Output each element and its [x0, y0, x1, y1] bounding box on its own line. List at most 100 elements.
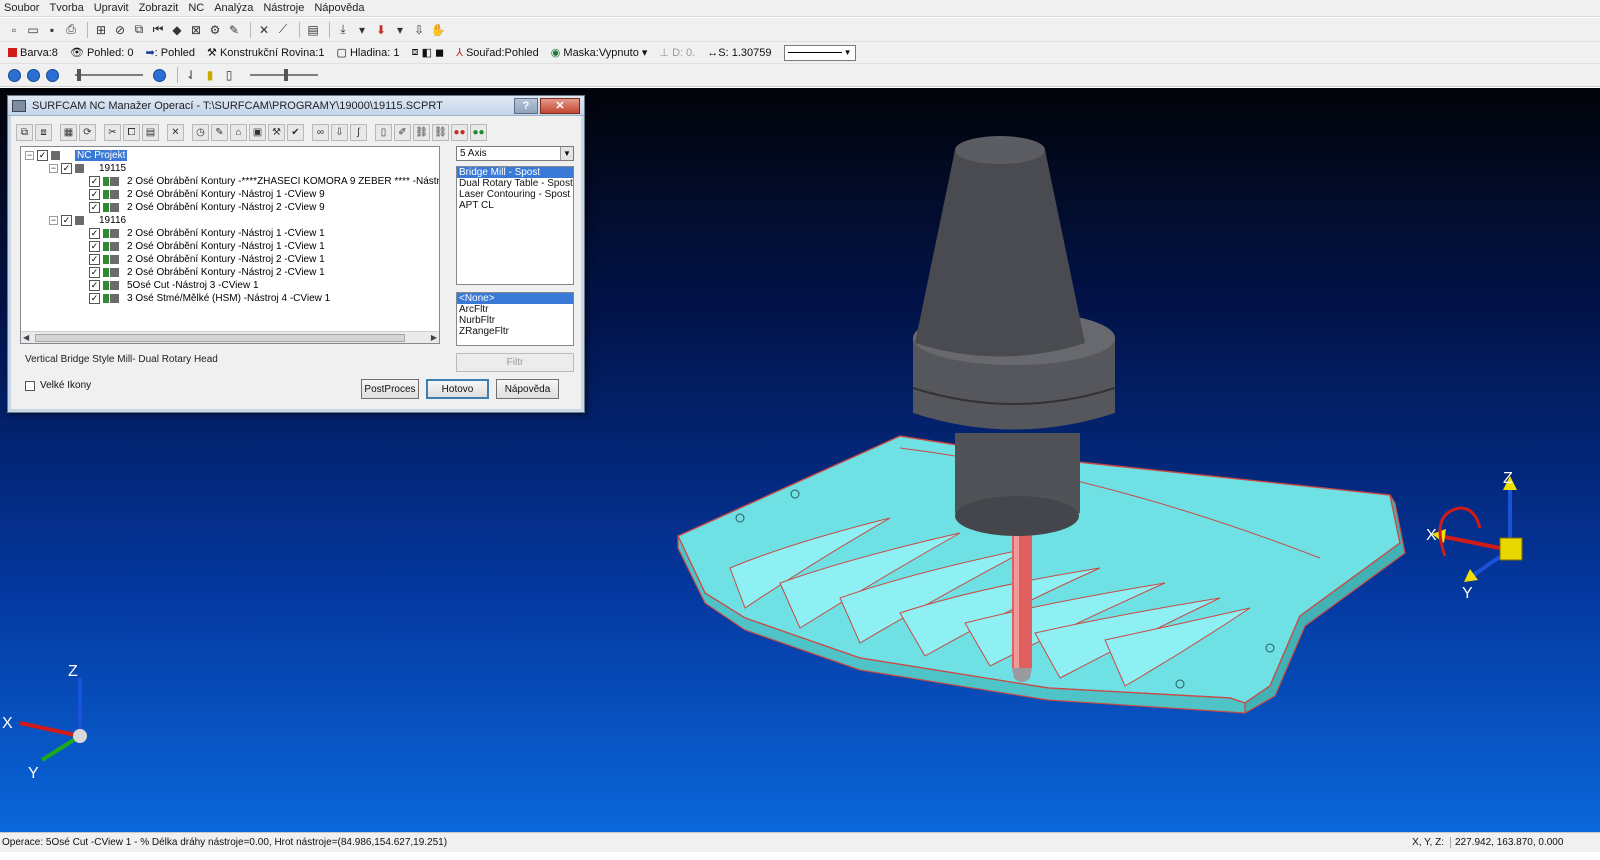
tree-checkbox[interactable]: ✓ — [89, 189, 100, 200]
tree-checkbox[interactable]: ✓ — [89, 176, 100, 187]
menu-soubor[interactable]: Soubor — [4, 2, 39, 14]
down-icon[interactable]: ⇩ — [331, 123, 348, 141]
dialog-titlebar[interactable]: SURFCAM NC Manažer Operací - T:\SURFCAM\… — [8, 96, 584, 116]
stop-icon[interactable] — [27, 68, 40, 82]
slider-thumb[interactable] — [77, 69, 81, 81]
scroll-left-icon[interactable]: ◀ — [23, 333, 29, 342]
tree-checkbox[interactable]: ✓ — [89, 280, 100, 291]
tree-checkbox[interactable]: ✓ — [89, 228, 100, 239]
tree-checkbox[interactable]: ✓ — [61, 163, 72, 174]
step-icon[interactable] — [153, 68, 166, 82]
tree-operation-row[interactable]: ✓ 2 Osé Obrábění Kontury -Nástroj 2 -CVi… — [89, 266, 325, 279]
open-file-icon[interactable]: ▭ — [25, 22, 41, 38]
filter-list-item[interactable]: NurbFltr — [457, 315, 573, 326]
red-dots-icon[interactable]: ●● — [451, 123, 468, 141]
link-icon[interactable]: ⛓ — [413, 123, 430, 141]
filter-button[interactable]: Filtr — [456, 353, 574, 372]
line-style-select[interactable]: ▼ — [783, 44, 856, 61]
coord-setting[interactable]: ⅄ Souřad:Pohled — [456, 46, 539, 60]
hand-icon[interactable]: ✋ — [430, 22, 446, 38]
cube-wire-icon[interactable]: ⧈ — [412, 46, 419, 59]
play-back-icon[interactable] — [8, 68, 21, 82]
color-setting[interactable]: Barva:8 — [8, 47, 58, 59]
play-forward-icon[interactable] — [46, 68, 59, 82]
stack-icon[interactable]: ▤ — [142, 123, 159, 141]
tree-operation-row[interactable]: ✓ 5Osé Cut -Nástroj 3 -CView 1 — [89, 279, 259, 292]
delete-icon[interactable]: ✕ — [256, 22, 272, 38]
large-icons-checkbox[interactable] — [25, 380, 35, 391]
tool-active-icon[interactable]: ⬇ — [373, 22, 389, 38]
nc-grid-icon[interactable]: ⊠ — [188, 22, 204, 38]
tree-group-row[interactable]: − ✓ 19116 — [49, 214, 126, 227]
horizontal-scrollbar[interactable]: ◀ ▶ — [21, 331, 439, 343]
close-button[interactable]: ✕ — [540, 97, 580, 114]
menu-nastroje[interactable]: Nástroje — [263, 2, 304, 14]
tree-operation-row[interactable]: ✓ 2 Osé Obrábění Kontury -Nástroj 1 -CVi… — [89, 188, 325, 201]
menu-upravit[interactable]: Upravit — [94, 2, 129, 14]
table-icon[interactable]: ▣ — [249, 123, 266, 141]
print-icon[interactable]: ⎙ — [63, 22, 79, 38]
scroll-right-icon[interactable]: ▶ — [431, 333, 437, 342]
chevron-down-icon[interactable]: ▼ — [560, 147, 573, 160]
filter-list-item[interactable]: ZRangeFltr — [457, 326, 573, 337]
tree-operation-row[interactable]: ✓ 2 Osé Obrábění Kontury -Nástroj 2 -CVi… — [89, 201, 325, 214]
post-list-item[interactable]: APT CL — [457, 200, 573, 211]
nc-brush-icon[interactable]: ✎ — [226, 22, 242, 38]
nc-diamond-icon[interactable]: ◆ — [169, 22, 185, 38]
tree-group-row[interactable]: − ✓ 19115 — [49, 162, 126, 175]
collapse-toggle[interactable]: − — [49, 164, 58, 173]
tree-operation-row[interactable]: ✓ 2 Osé Obrábění Kontury -Nástroj 1 -CVi… — [89, 227, 325, 240]
nc-skip-icon[interactable]: ⏮ — [150, 22, 166, 38]
operation-label[interactable]: 2 Osé Obrábění Kontury -Nástroj 2 -CView… — [127, 254, 325, 265]
group-icon[interactable]: ▦ — [60, 123, 77, 141]
help-button[interactable]: ? — [514, 97, 538, 114]
help-dialog-button[interactable]: Nápověda — [496, 379, 559, 399]
axis-select[interactable]: 5 Axis ▼ — [456, 146, 574, 161]
new-file-icon[interactable]: ▫ — [6, 22, 22, 38]
glasses-icon[interactable]: ∞ — [312, 123, 329, 141]
nc-path-icon[interactable]: ⊘ — [112, 22, 128, 38]
tree-checkbox[interactable]: ✓ — [89, 267, 100, 278]
menu-zobrazit[interactable]: Zobrazit — [139, 2, 179, 14]
nc-tool-icon[interactable]: ⊞ — [93, 22, 109, 38]
cube-view-buttons[interactable]: ⧈ ◧ ◼ — [412, 46, 445, 59]
done-button[interactable]: Hotovo — [426, 379, 489, 399]
tree-operation-row[interactable]: ✓ 2 Osé Obrábění Kontury -****ZHASECI KO… — [89, 175, 439, 188]
large-icons-option[interactable]: Velké Ikony — [25, 380, 91, 391]
dropdown-icon[interactable]: ▾ — [354, 22, 370, 38]
operation-label[interactable]: 2 Osé Obrábění Kontury -****ZHASECI KOMO… — [127, 176, 439, 187]
copy-op-icon[interactable]: ⧉ — [16, 123, 33, 141]
cube-solid-icon[interactable]: ◧ — [422, 46, 432, 59]
tool-display-icon[interactable]: ⇃ — [183, 67, 199, 83]
tree-group-label[interactable]: 19115 — [99, 163, 126, 174]
operation-label[interactable]: 2 Osé Obrábění Kontury -Nástroj 2 -CView… — [127, 267, 325, 278]
zoom-slider[interactable] — [250, 69, 318, 81]
tool-down-icon[interactable]: ⤓ — [335, 22, 351, 38]
edit-icon[interactable]: ✎ — [211, 123, 228, 141]
cylinder-icon[interactable]: ▯ — [221, 67, 237, 83]
clock-icon[interactable]: ◷ — [192, 123, 209, 141]
delete-icon[interactable]: ✕ — [167, 123, 184, 141]
collapse-toggle[interactable]: − — [25, 151, 34, 160]
save-icon[interactable]: ▪ — [44, 22, 60, 38]
tree-checkbox[interactable]: ✓ — [37, 150, 48, 161]
chevron-down-icon[interactable]: ▾ — [642, 46, 648, 59]
cube-shaded-icon[interactable]: ◼ — [435, 46, 444, 59]
mask-setting[interactable]: ◉ Maska:Vypnuto ▾ — [551, 46, 648, 60]
scroll-thumb[interactable] — [35, 334, 405, 342]
tree-group-label[interactable]: 19116 — [99, 215, 126, 226]
regen-icon[interactable]: ⟳ — [79, 123, 96, 141]
operation-label[interactable]: 5Osé Cut -Nástroj 3 -CView 1 — [127, 280, 259, 291]
filter-list-item[interactable]: <None> — [457, 293, 573, 304]
filter-icon[interactable]: ⌂ — [230, 123, 247, 141]
collapse-toggle[interactable]: − — [49, 216, 58, 225]
construction-plane-setting[interactable]: ⚒ Konstrukční Rovina:1 — [207, 46, 324, 60]
tree-root-label[interactable]: NC Projekt — [75, 150, 128, 161]
speed-slider[interactable] — [75, 69, 143, 81]
tree-operation-row[interactable]: ✓ 2 Osé Obrábění Kontury -Nástroj 2 -CVi… — [89, 253, 325, 266]
tree-checkbox[interactable]: ✓ — [61, 215, 72, 226]
view-name-setting[interactable]: ➡: Pohled — [145, 46, 195, 60]
layers-icon[interactable]: ▤ — [305, 22, 321, 38]
tree-operation-row[interactable]: ✓ 2 Osé Obrábění Kontury -Nástroj 1 -CVi… — [89, 240, 325, 253]
menu-napoveda[interactable]: Nápověda — [314, 2, 364, 14]
